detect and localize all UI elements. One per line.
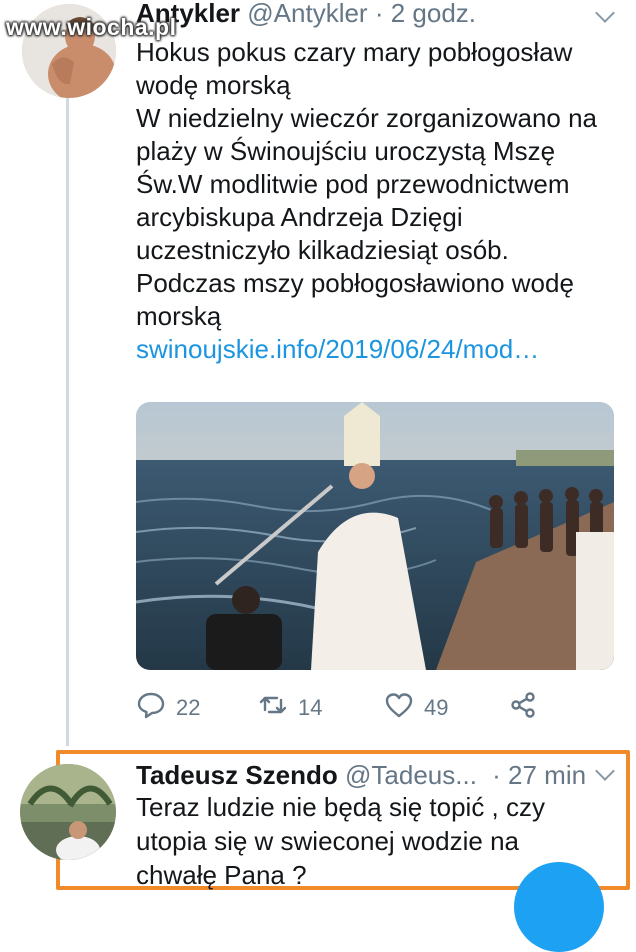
retweet-icon[interactable] xyxy=(258,690,288,726)
compose-fab-button[interactable] xyxy=(514,862,604,952)
share-action[interactable] xyxy=(508,690,538,726)
thread-connector xyxy=(66,96,69,746)
reply-user-handle[interactable]: @Tadeus... xyxy=(345,760,477,790)
tweet-text-line: Św.W modlitwie pod przewodnictwem xyxy=(136,169,570,199)
tweet-link[interactable]: swinoujskie.info/2019/06/24/mod… xyxy=(136,333,616,366)
tweet-text-line: morską xyxy=(136,301,222,331)
reply-header: Tadeusz Szendo @Tadeus... · 27 min xyxy=(136,760,586,791)
tweet-text-line: Podczas mszy pobłogosławiono wodę xyxy=(136,268,574,298)
tweet-actions: 22 14 49 xyxy=(136,690,616,726)
tweet-header: Antykler @Antykler · 2 godz. xyxy=(136,0,476,29)
tweet-photo[interactable] xyxy=(136,402,614,670)
tweet-text-line: wodę morską xyxy=(136,70,291,100)
reply-action[interactable]: 22 xyxy=(136,690,200,726)
retweet-action[interactable]: 14 xyxy=(258,690,322,726)
tweet-text: Hokus pokus czary mary pobłogosław wodę … xyxy=(136,36,616,366)
like-count: 49 xyxy=(424,695,449,720)
share-icon[interactable] xyxy=(508,690,538,726)
chevron-down-icon[interactable] xyxy=(595,3,615,23)
reply-text-line: utopia się w swieconej wodzie na xyxy=(136,826,519,856)
tweet-text-line: plaży w Świnoujściu uroczystą Mszę xyxy=(136,136,556,166)
tweet-time[interactable]: · 2 godz. xyxy=(375,0,476,28)
tweet-text-line: Hokus pokus czary mary pobłogosław xyxy=(136,37,573,67)
reply-text-line: Teraz ludzie nie będą się topić , czy xyxy=(136,792,545,822)
speech-bubble-icon[interactable] xyxy=(136,690,166,726)
tweet-text-line: arcybiskupa Andrzeja Dzięgi xyxy=(136,202,463,232)
reply-display-name[interactable]: Tadeusz Szendo xyxy=(136,760,338,790)
retweet-count: 14 xyxy=(298,695,323,720)
avatar-tadeusz-szendo[interactable] xyxy=(20,764,116,860)
reply-time[interactable]: · 27 min xyxy=(492,760,586,790)
heart-icon[interactable] xyxy=(384,690,414,726)
reply-count: 22 xyxy=(176,695,201,720)
tweet-text-line: W niedzielny wieczór zorganizowano na xyxy=(136,103,598,133)
user-handle[interactable]: @Antykler xyxy=(247,0,367,28)
like-action[interactable]: 49 xyxy=(384,690,448,726)
tweet-text-line: uczestniczyło kilkadziesiąt osób. xyxy=(136,235,509,265)
watermark: www.wiocha.pl xyxy=(6,14,177,40)
